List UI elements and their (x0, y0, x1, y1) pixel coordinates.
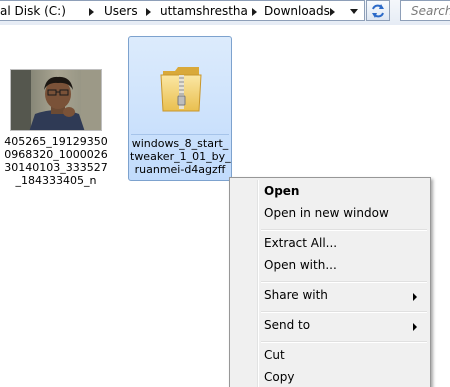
menu-item-label: Open with... (264, 258, 337, 272)
explorer-window: al Disk (C:) Users uttamshrestha Downloa… (0, 0, 450, 387)
submenu-arrow-icon (413, 293, 417, 301)
context-menu: Open Open in new window Extract All... O… (229, 177, 431, 387)
breadcrumb-separator-arrow-icon[interactable] (252, 8, 257, 16)
zip-folder-icon (160, 67, 202, 112)
menu-item-label: Open in new window (264, 206, 389, 220)
menu-item-label: Cut (264, 348, 285, 362)
menu-separator (261, 311, 427, 313)
address-history-dropdown-icon[interactable] (350, 9, 358, 14)
search-placeholder: Search (411, 4, 450, 18)
menu-item-open-in-new-window[interactable]: Open in new window (233, 203, 427, 225)
menu-item-label: Copy (264, 370, 295, 384)
selected-file-item[interactable]: windows_8_start_ tweaker_1_01_by_ ruanme… (128, 36, 232, 181)
menu-item-label: Share with (264, 288, 328, 302)
menu-separator (261, 341, 427, 343)
submenu-arrow-icon (413, 323, 417, 331)
breadcrumb-separator-arrow-icon[interactable] (89, 8, 94, 16)
breadcrumb-user-folder[interactable]: uttamshrestha (160, 4, 248, 18)
breadcrumb-users[interactable]: Users (104, 4, 138, 18)
menu-item-send-to[interactable]: Send to (233, 315, 427, 337)
menu-separator (261, 281, 427, 283)
menu-item-extract-all[interactable]: Extract All... (233, 233, 427, 255)
menu-item-copy[interactable]: Copy (233, 367, 427, 387)
refresh-icon (372, 4, 384, 18)
image-thumbnail[interactable] (10, 69, 102, 131)
search-input[interactable]: Search (400, 0, 450, 21)
menu-separator (261, 229, 427, 231)
menu-item-open[interactable]: Open (233, 181, 427, 203)
person-photo-icon (11, 70, 101, 130)
breadcrumb-separator-arrow-icon[interactable] (146, 8, 151, 16)
selection-divider (131, 134, 229, 135)
breadcrumb-local-disk[interactable]: al Disk (C:) (0, 4, 66, 18)
menu-item-label: Extract All... (264, 236, 338, 250)
menu-item-share-with[interactable]: Share with (233, 285, 427, 307)
menu-item-label: Open (264, 184, 300, 198)
breadcrumb-separator-arrow-icon[interactable] (330, 8, 335, 16)
file-name-label: windows_8_start_ tweaker_1_01_by_ ruanme… (130, 137, 231, 176)
breadcrumb-downloads[interactable]: Downloads (264, 4, 330, 18)
menu-item-cut[interactable]: Cut (233, 345, 427, 367)
file-name-label[interactable]: 405265_19129350 0968320_1000026 30140103… (4, 135, 108, 187)
address-bar[interactable]: al Disk (C:) Users uttamshrestha Downloa… (0, 0, 365, 21)
menu-item-open-with[interactable]: Open with... (233, 255, 427, 277)
refresh-button[interactable] (366, 0, 390, 21)
menu-item-label: Send to (264, 318, 311, 332)
address-bar-strip: al Disk (C:) Users uttamshrestha Downloa… (0, 0, 450, 25)
